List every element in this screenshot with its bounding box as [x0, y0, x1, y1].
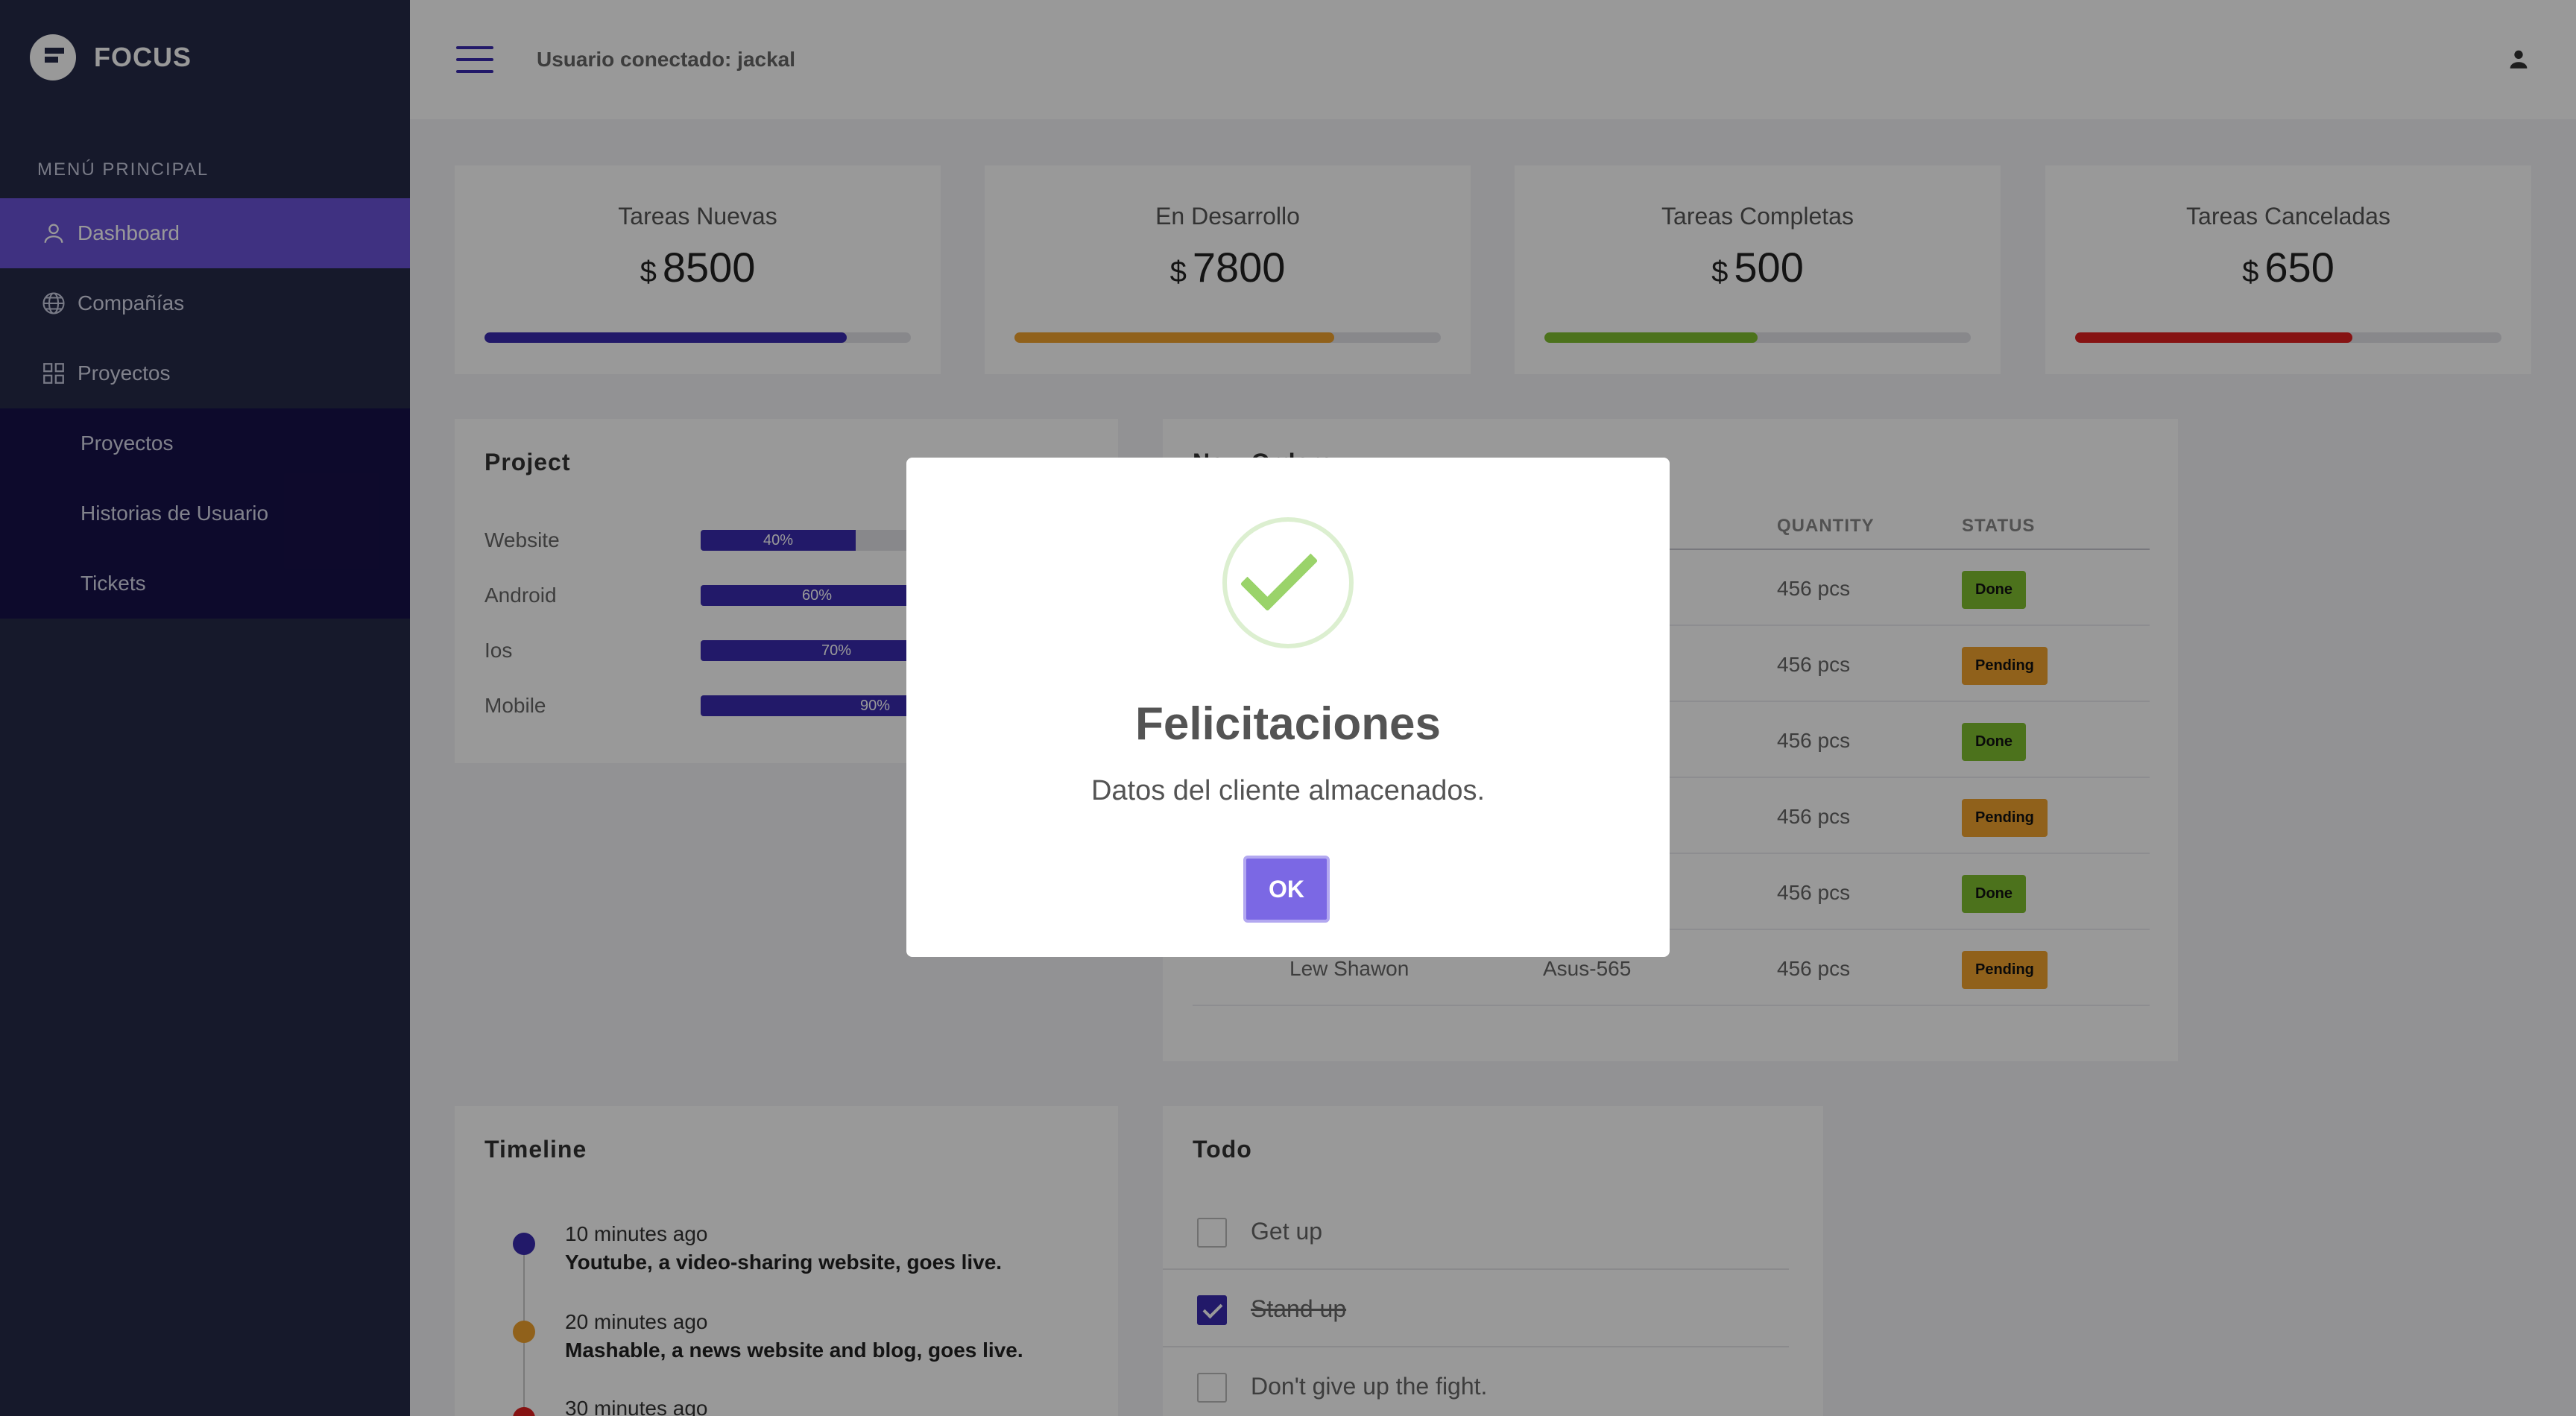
success-dialog: Felicitaciones Datos del cliente almacen… — [906, 458, 1670, 957]
dialog-message: Datos del cliente almacenados. — [1090, 775, 1486, 806]
success-check-icon — [1222, 517, 1354, 648]
ok-button[interactable]: OK — [1243, 856, 1330, 923]
dialog-title: Felicitaciones — [1134, 698, 1442, 750]
